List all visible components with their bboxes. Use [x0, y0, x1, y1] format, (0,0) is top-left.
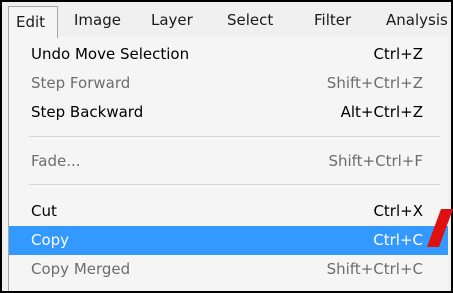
menu-select[interactable]: Select	[227, 2, 273, 38]
menu-separator	[29, 184, 440, 185]
menu-item-label: Step Backward	[31, 103, 144, 121]
menu-image[interactable]: Image	[74, 2, 121, 38]
menu-bar: Edit Image Layer Select Filter Analysis	[2, 2, 451, 38]
menu-layer[interactable]: Layer	[151, 2, 193, 38]
menu-filter[interactable]: Filter	[314, 2, 351, 38]
menu-item-shortcut: Ctrl+X	[373, 202, 423, 220]
menu-analysis[interactable]: Analysis	[386, 2, 448, 38]
screenshot-frame: Edit Image Layer Select Filter Analysis …	[0, 0, 453, 293]
red-pointer-arrow-icon	[427, 209, 453, 247]
edit-dropdown-menu: Undo Move Selection Ctrl+Z Step Forward …	[8, 37, 448, 291]
menu-edit[interactable]: Edit	[8, 6, 58, 38]
menu-item-step-backward[interactable]: Step Backward Alt+Ctrl+Z	[9, 98, 448, 127]
menu-separator	[29, 136, 440, 137]
menu-item-label: Copy	[31, 231, 70, 249]
menu-item-copy-merged: Copy Merged Shift+Ctrl+C	[9, 255, 448, 284]
menu-item-step-forward: Step Forward Shift+Ctrl+Z	[9, 69, 448, 98]
menu-item-shortcut: Shift+Ctrl+F	[328, 152, 423, 170]
menu-item-fade: Fade... Shift+Ctrl+F	[9, 147, 448, 176]
menu-item-label: Fade...	[31, 152, 81, 170]
menu-item-shortcut: Ctrl+C	[373, 231, 423, 249]
menu-item-shortcut: Shift+Ctrl+Z	[326, 74, 423, 92]
menu-item-shortcut: Shift+Ctrl+C	[326, 260, 423, 278]
menu-item-copy[interactable]: Copy Ctrl+C	[9, 226, 448, 255]
menu-item-label: Undo Move Selection	[31, 45, 190, 63]
menu-item-label: Copy Merged	[31, 260, 131, 278]
menu-item-label: Step Forward	[31, 74, 131, 92]
menu-item-shortcut: Ctrl+Z	[373, 45, 423, 63]
menu-item-undo-move-selection[interactable]: Undo Move Selection Ctrl+Z	[9, 40, 448, 69]
menu-item-cut[interactable]: Cut Ctrl+X	[9, 197, 448, 226]
menu-item-shortcut: Alt+Ctrl+Z	[340, 103, 423, 121]
menu-item-label: Cut	[31, 202, 57, 220]
